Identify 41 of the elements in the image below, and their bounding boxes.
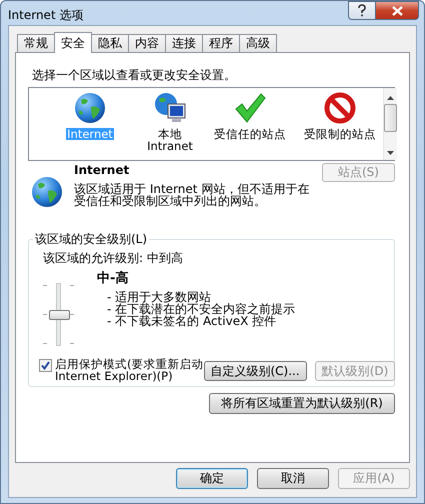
scroll-up-icon: [387, 96, 394, 100]
level-name: 中-高: [97, 270, 130, 287]
close-icon: [392, 6, 402, 16]
instruction-text: 选择一个区域以查看或更改安全设置。: [32, 67, 237, 84]
globe-monitor-icon: [153, 91, 187, 125]
scrollbar[interactable]: [383, 88, 397, 160]
tab[interactable]: 隐私: [91, 34, 129, 52]
level-description: - 不下载未签名的 ActiveX 控件: [107, 315, 276, 327]
level-description: - 在下载潜在的不安全内容之前提示: [107, 303, 296, 315]
zone-item[interactable]: 本地 Intranet: [146, 128, 194, 152]
close-button[interactable]: [375, 1, 419, 20]
help-button[interactable]: [348, 1, 375, 20]
reset-all-zones-button[interactable]: 将所有区域重置为默认级别(R): [209, 393, 395, 414]
checkmark-icon: [233, 91, 267, 125]
window-title: Internet 选项: [8, 7, 84, 24]
protected-mode-checkbox[interactable]: [39, 359, 52, 372]
level-description: - 适用于大多数网站: [107, 291, 212, 303]
help-icon: [357, 4, 367, 17]
tab[interactable]: 高级: [239, 34, 277, 52]
ok-button[interactable]: 确定: [176, 468, 248, 489]
slider-thumb[interactable]: [49, 310, 70, 320]
zone-item[interactable]: 受限制的站点: [303, 128, 377, 140]
zone-description: 该区域适用于 Internet 网站，但不适用于在受信任和受限制区域中列出的网站。: [74, 183, 310, 207]
security-slider[interactable]: [43, 283, 77, 346]
tab[interactable]: 内容: [128, 34, 166, 52]
zone-title: Internet: [74, 163, 130, 177]
tab[interactable]: 程序: [202, 34, 240, 52]
globe-icon: [73, 91, 107, 125]
protected-mode-label: 启用保护模式(要求重新启动 Internet Explorer)(P): [55, 358, 204, 382]
globe-icon: [30, 175, 64, 209]
custom-level-button[interactable]: 自定义级别(C)...: [204, 361, 307, 381]
scroll-thumb[interactable]: [384, 104, 397, 132]
no-entry-icon: [323, 91, 357, 125]
tab[interactable]: 连接: [165, 34, 203, 52]
cancel-button[interactable]: 取消: [257, 468, 329, 489]
tab[interactable]: 安全: [54, 32, 92, 53]
tab[interactable]: 常规: [17, 34, 55, 52]
scroll-down-icon: [387, 151, 394, 155]
zone-item[interactable]: 受信任的站点: [213, 128, 287, 140]
allowed-level-text: 该区域的允许级别: 中到高: [43, 250, 184, 267]
group-title: 该区域的安全级别(L): [34, 231, 148, 248]
